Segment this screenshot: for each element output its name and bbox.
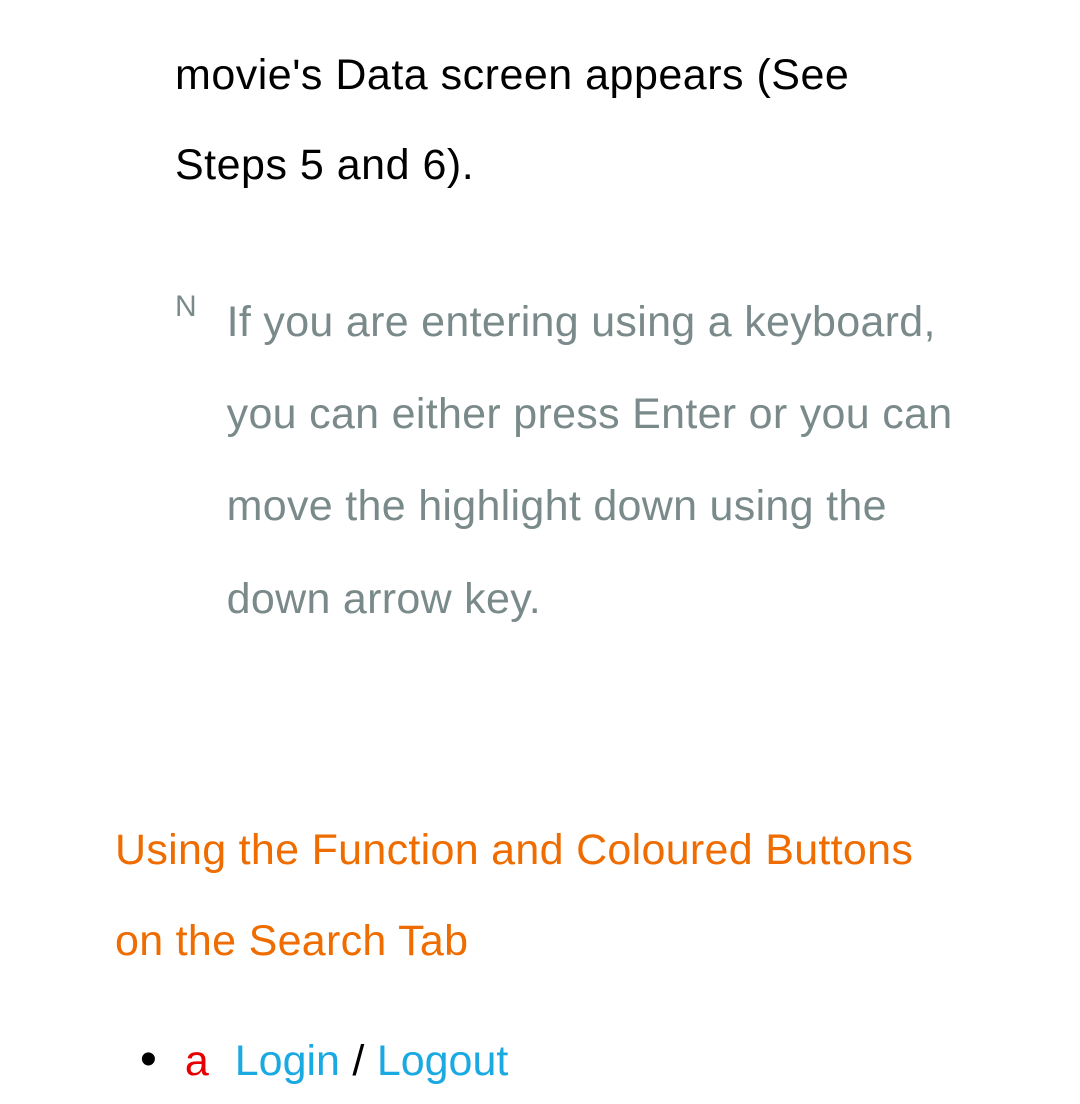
note-marker: N <box>175 276 197 646</box>
list-item: • a Login / Logout <box>115 1036 970 1086</box>
logout-link[interactable]: Logout <box>377 1037 509 1085</box>
subheading: Using the Function and Coloured Buttons … <box>115 805 970 986</box>
note-text: If you are entering using a keyboard, yo… <box>227 276 970 646</box>
bullet-icon: • <box>125 1036 157 1084</box>
fragment-text: movie's Data screen appears (See Steps 5… <box>115 30 970 211</box>
note-block: N If you are entering using a keyboard, … <box>115 276 970 646</box>
document-content: movie's Data screen appears (See Steps 5… <box>0 0 1080 1086</box>
slash-separator: / <box>344 1037 372 1085</box>
login-link[interactable]: Login <box>235 1037 340 1085</box>
button-label: a <box>175 1037 217 1086</box>
